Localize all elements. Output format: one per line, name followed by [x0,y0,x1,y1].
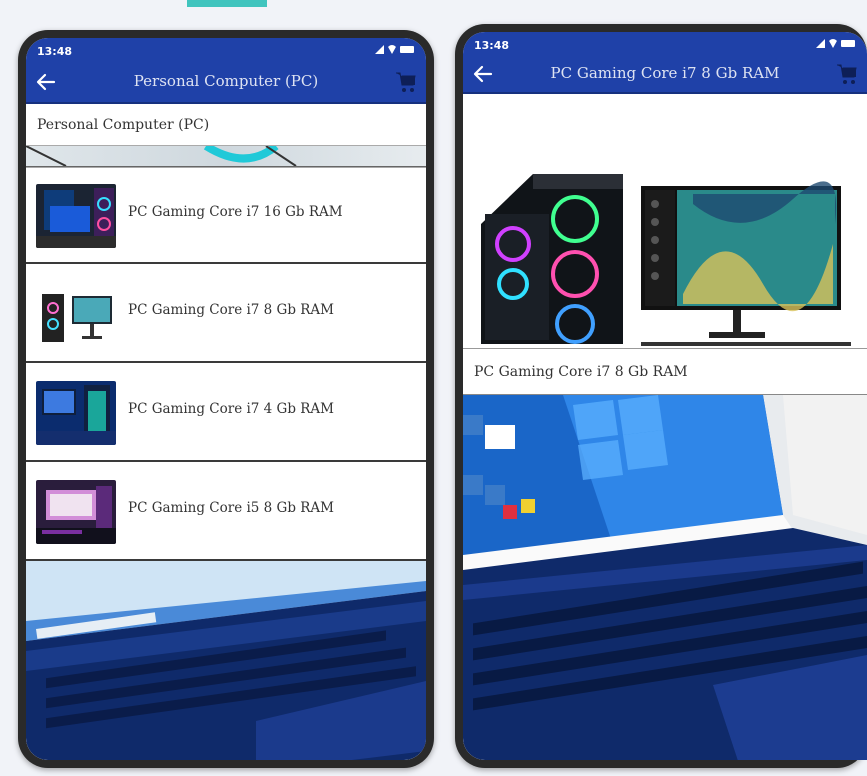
cart-icon[interactable] [835,62,857,86]
page-title: PC Gaming Core i7 8 Gb RAM [550,64,780,82]
product-image [36,381,116,445]
product-row[interactable]: PC Gaming Core i7 16 Gb RAM [26,167,426,264]
product-name: PC Gaming Core i5 8 Gb RAM [128,500,335,516]
page-title: Personal Computer (PC) [133,72,319,90]
top-accent-bar [187,0,267,7]
product-name: PC Gaming Core i7 8 Gb RAM [128,302,335,318]
app-bar: PC Gaming Core i7 8 Gb RAM [463,56,867,94]
laptop-background-image [463,395,867,760]
right-phone-screen: 13:48 PC Gaming Core i7 8 Gb RAM PC Gami… [463,32,867,760]
left-phone-frame: 13:48 Personal Computer (PC) Personal Co… [18,30,434,768]
wifi-icon [387,45,397,54]
product-image [36,480,116,544]
back-arrow-icon[interactable] [34,70,58,94]
status-time: 13:48 [474,39,510,52]
laptop-background-image [26,561,426,760]
product-name: PC Gaming Core i7 16 Gb RAM [128,204,343,220]
category-banner [26,146,426,167]
back-arrow-icon[interactable] [471,62,495,86]
status-bar: 13:48 [463,32,867,56]
product-image [36,282,116,346]
cart-icon[interactable] [394,70,416,94]
product-row[interactable]: PC Gaming Core i7 4 Gb RAM [26,365,426,462]
status-bar: 13:48 [26,38,426,62]
product-row[interactable]: PC Gaming Core i7 8 Gb RAM [26,266,426,363]
signal-icon [816,39,825,48]
signal-icon [375,45,384,54]
status-time: 13:48 [37,45,73,58]
right-phone-frame: 13:48 PC Gaming Core i7 8 Gb RAM PC Gami… [455,24,867,768]
product-title-label: PC Gaming Core i7 8 Gb RAM [463,349,867,395]
product-image [36,184,116,248]
battery-icon [400,46,414,53]
product-row[interactable]: PC Gaming Core i5 8 Gb RAM [26,464,426,561]
system-icons [375,45,414,54]
product-hero-image [463,94,867,349]
left-phone-screen: 13:48 Personal Computer (PC) Personal Co… [26,38,426,760]
category-header: Personal Computer (PC) [26,104,426,146]
app-bar: Personal Computer (PC) [26,62,426,104]
product-name: PC Gaming Core i7 4 Gb RAM [128,401,335,417]
system-icons [816,39,855,48]
battery-icon [841,40,855,47]
wifi-icon [828,39,838,48]
